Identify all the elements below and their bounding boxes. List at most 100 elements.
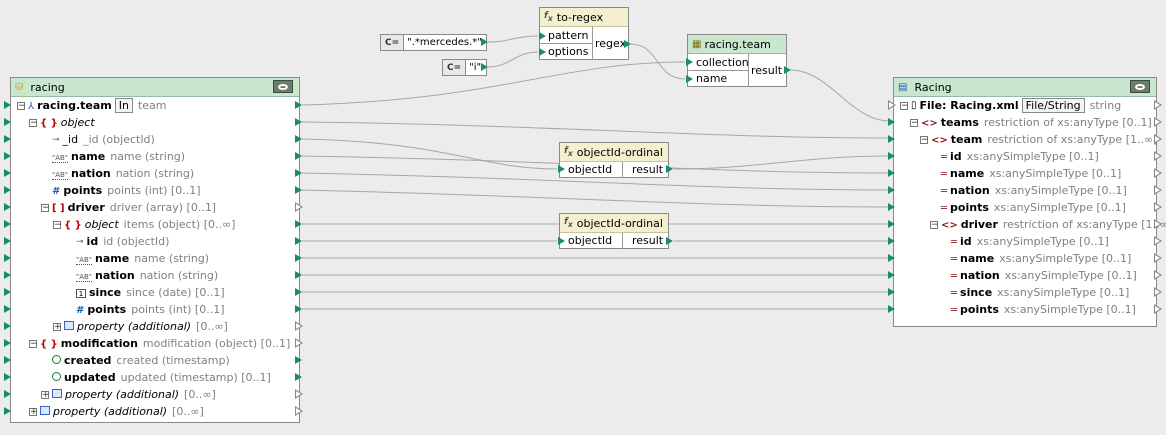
left-input-port[interactable] bbox=[4, 186, 11, 194]
left-input-port[interactable] bbox=[4, 169, 11, 177]
left-input-port[interactable] bbox=[4, 373, 11, 381]
to-regex-options-port[interactable] bbox=[539, 48, 546, 56]
racing-team-collection-port[interactable] bbox=[686, 58, 693, 66]
eye-icon[interactable] bbox=[1130, 80, 1150, 93]
objectid-ordinal-2-output-port[interactable] bbox=[666, 237, 673, 245]
right-input-port[interactable] bbox=[888, 100, 896, 110]
left-input-port[interactable] bbox=[4, 135, 11, 143]
file-string-button[interactable]: File/String bbox=[1021, 98, 1085, 113]
left-output-port[interactable] bbox=[295, 118, 302, 126]
left-output-port[interactable] bbox=[295, 338, 303, 348]
racing-team-function[interactable]: ▦ racing.team collection name result bbox=[687, 34, 787, 87]
left-input-port[interactable] bbox=[4, 288, 11, 296]
left-input-port[interactable] bbox=[4, 390, 11, 398]
collapse-icon[interactable]: − bbox=[29, 118, 38, 127]
right-output-port[interactable] bbox=[1154, 253, 1162, 263]
right-input-port[interactable] bbox=[888, 288, 895, 296]
pattern-constant[interactable]: C= ".*mercedes.*" bbox=[380, 34, 487, 51]
left-output-port[interactable] bbox=[295, 271, 302, 279]
left-output-port[interactable] bbox=[295, 169, 302, 177]
left-input-port[interactable] bbox=[4, 271, 11, 279]
right-output-port[interactable] bbox=[1154, 117, 1162, 127]
right-output-port[interactable] bbox=[1154, 168, 1162, 178]
eye-icon[interactable] bbox=[273, 80, 293, 93]
racing-source-header[interactable]: ⛁ racing bbox=[11, 78, 299, 97]
left-input-port[interactable] bbox=[4, 101, 11, 109]
left-output-port[interactable] bbox=[295, 373, 302, 381]
to-regex-function[interactable]: fx to-regex pattern options regex bbox=[539, 7, 629, 60]
expand-icon[interactable]: + bbox=[53, 322, 62, 331]
left-input-port[interactable] bbox=[4, 203, 11, 211]
left-input-port[interactable] bbox=[4, 254, 11, 262]
right-output-port[interactable] bbox=[1154, 287, 1162, 297]
collapse-icon[interactable]: − bbox=[920, 135, 929, 144]
objectid-ordinal-header[interactable]: fx objectId-ordinal bbox=[560, 214, 668, 233]
right-output-port[interactable] bbox=[1154, 151, 1162, 161]
left-output-port[interactable] bbox=[295, 135, 302, 143]
options-constant-output-port[interactable] bbox=[481, 63, 488, 71]
collapse-icon[interactable]: − bbox=[29, 339, 38, 348]
left-input-port[interactable] bbox=[4, 237, 11, 245]
right-output-port[interactable] bbox=[1154, 236, 1162, 246]
collapse-icon[interactable]: − bbox=[53, 220, 62, 229]
racing-team-name-port[interactable] bbox=[686, 75, 693, 83]
right-output-port[interactable] bbox=[1154, 185, 1162, 195]
left-output-port[interactable] bbox=[295, 406, 303, 416]
right-input-port[interactable] bbox=[888, 118, 895, 126]
left-output-port[interactable] bbox=[295, 321, 303, 331]
input-port-button[interactable]: In bbox=[114, 98, 133, 113]
right-output-port[interactable] bbox=[1154, 100, 1162, 110]
right-input-port[interactable] bbox=[888, 169, 895, 177]
left-output-port[interactable] bbox=[295, 356, 302, 364]
objectid-ordinal-header[interactable]: fx objectId-ordinal bbox=[560, 143, 668, 162]
right-input-port[interactable] bbox=[888, 220, 895, 228]
collapse-icon[interactable]: − bbox=[41, 203, 50, 212]
right-input-port[interactable] bbox=[888, 152, 895, 160]
left-input-port[interactable] bbox=[4, 339, 11, 347]
to-regex-output-port[interactable] bbox=[624, 40, 631, 48]
objectid-ordinal-function-2[interactable]: fx objectId-ordinal objectId result bbox=[559, 213, 669, 249]
left-output-port[interactable] bbox=[295, 305, 302, 313]
left-output-port[interactable] bbox=[295, 152, 302, 160]
objectid-ordinal-function-1[interactable]: fx objectId-ordinal objectId result bbox=[559, 142, 669, 178]
right-input-port[interactable] bbox=[888, 305, 895, 313]
left-output-port[interactable] bbox=[295, 202, 303, 212]
left-output-port[interactable] bbox=[295, 288, 302, 296]
left-output-port[interactable] bbox=[295, 220, 302, 228]
to-regex-header[interactable]: fx to-regex bbox=[540, 8, 628, 27]
collapse-icon[interactable]: − bbox=[17, 101, 26, 110]
right-input-port[interactable] bbox=[888, 237, 895, 245]
right-output-port[interactable] bbox=[1154, 202, 1162, 212]
left-output-port[interactable] bbox=[295, 186, 302, 194]
right-output-port[interactable] bbox=[1154, 304, 1162, 314]
objectid-ordinal-1-input-port[interactable] bbox=[558, 165, 565, 173]
right-output-port[interactable] bbox=[1154, 134, 1162, 144]
racing-team-result-port[interactable] bbox=[784, 66, 791, 74]
collapse-icon[interactable]: − bbox=[910, 118, 919, 127]
expand-icon[interactable]: + bbox=[29, 407, 38, 416]
left-output-port[interactable] bbox=[295, 237, 302, 245]
racing-team-header[interactable]: ▦ racing.team bbox=[688, 35, 786, 54]
right-output-port[interactable] bbox=[1154, 219, 1162, 229]
objectid-ordinal-1-output-port[interactable] bbox=[666, 165, 673, 173]
left-output-port[interactable] bbox=[295, 101, 302, 109]
left-input-port[interactable] bbox=[4, 407, 11, 415]
collapse-icon[interactable]: − bbox=[900, 101, 909, 110]
right-input-port[interactable] bbox=[888, 186, 895, 194]
left-input-port[interactable] bbox=[4, 118, 11, 126]
right-output-port[interactable] bbox=[1154, 270, 1162, 280]
racing-target-header[interactable]: ▤ Racing bbox=[894, 78, 1156, 97]
left-input-port[interactable] bbox=[4, 305, 11, 313]
collapse-icon[interactable]: − bbox=[930, 220, 939, 229]
left-input-port[interactable] bbox=[4, 220, 11, 228]
left-output-port[interactable] bbox=[295, 389, 303, 399]
right-input-port[interactable] bbox=[888, 135, 895, 143]
right-input-port[interactable] bbox=[888, 271, 895, 279]
pattern-constant-output-port[interactable] bbox=[481, 38, 488, 46]
left-input-port[interactable] bbox=[4, 356, 11, 364]
to-regex-pattern-port[interactable] bbox=[539, 32, 546, 40]
left-input-port[interactable] bbox=[4, 152, 11, 160]
racing-target-component[interactable]: ▤ Racing − ▯ File: Racing.xml File/Strin… bbox=[893, 77, 1166, 327]
right-input-port[interactable] bbox=[888, 203, 895, 211]
expand-icon[interactable]: + bbox=[41, 390, 50, 399]
